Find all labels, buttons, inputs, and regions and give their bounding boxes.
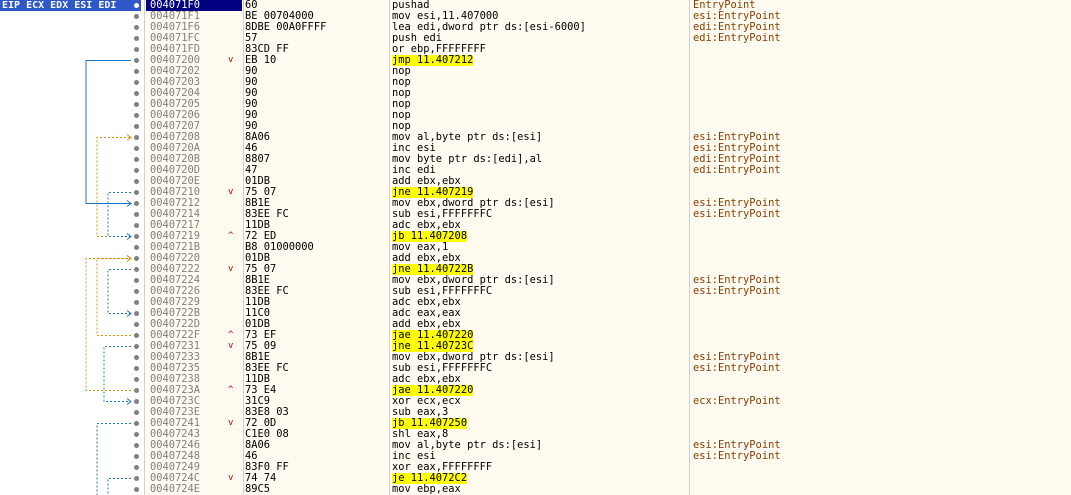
breakpoint-dot[interactable]	[134, 366, 139, 371]
breakpoint-dot[interactable]	[134, 91, 139, 96]
comment-cell: esi:EntryPoint	[693, 450, 781, 462]
comment-cell: ecx:EntryPoint	[693, 395, 781, 407]
breakpoint-dot[interactable]	[134, 201, 139, 206]
breakpoint-dot[interactable]	[134, 190, 139, 195]
breakpoint-dot[interactable]	[134, 355, 139, 360]
breakpoint-dot[interactable]	[134, 36, 139, 41]
breakpoint-dot[interactable]	[134, 267, 139, 272]
breakpoint-dot[interactable]	[134, 245, 139, 250]
breakpoint-dot[interactable]	[134, 333, 139, 338]
comment-cell: esi:EntryPoint	[693, 208, 781, 220]
breakpoint-dot[interactable]	[134, 322, 139, 327]
breakpoint-dot[interactable]	[134, 344, 139, 349]
breakpoint-dot[interactable]	[134, 179, 139, 184]
breakpoint-dot[interactable]	[134, 465, 139, 470]
breakpoint-dot[interactable]	[134, 80, 139, 85]
breakpoint-dot[interactable]	[134, 289, 139, 294]
address-cell: 0040724E	[150, 483, 201, 495]
disassembly-cell: mov ebp,eax	[392, 483, 461, 495]
breakpoint-dot[interactable]	[134, 443, 139, 448]
comment-cell: esi:EntryPoint	[693, 285, 781, 297]
breakpoint-dot[interactable]	[134, 25, 139, 30]
breakpoint-dot[interactable]	[134, 300, 139, 305]
jump-up-icon: ^	[228, 385, 234, 395]
comment-cell: edi:EntryPoint	[693, 164, 781, 176]
jump-down-icon: v	[228, 55, 234, 65]
breakpoint-dot[interactable]	[134, 410, 139, 415]
bytes-cell: 89C5	[245, 483, 271, 495]
breakpoint-dot[interactable]	[134, 47, 139, 52]
breakpoint-dot[interactable]	[134, 135, 139, 140]
comment-cell: edi:EntryPoint	[693, 32, 781, 44]
breakpoint-dot[interactable]	[134, 3, 139, 8]
breakpoint-dot[interactable]	[134, 256, 139, 261]
instruction-row[interactable]: 0040724E 89C5 mov ebp,eax	[0, 484, 1071, 495]
jump-down-icon: v	[228, 187, 234, 197]
breakpoint-dot[interactable]	[134, 454, 139, 459]
breakpoint-dot[interactable]	[134, 124, 139, 129]
breakpoint-dot[interactable]	[134, 377, 139, 382]
breakpoint-dot[interactable]	[134, 146, 139, 151]
breakpoint-dot[interactable]	[134, 421, 139, 426]
breakpoint-dot[interactable]	[134, 388, 139, 393]
breakpoint-dot[interactable]	[134, 212, 139, 217]
breakpoint-dot[interactable]	[134, 168, 139, 173]
breakpoint-dot[interactable]	[134, 102, 139, 107]
breakpoint-dot[interactable]	[134, 14, 139, 19]
disassembly-view[interactable]: EIP ECX EDX ESI EDI 004071F0 60 pushad Entr…	[0, 0, 1071, 495]
jump-down-icon: v	[228, 418, 234, 428]
jump-up-icon: ^	[228, 330, 234, 340]
breakpoint-dot[interactable]	[134, 476, 139, 481]
comment-cell: esi:EntryPoint	[693, 362, 781, 374]
breakpoint-dot[interactable]	[134, 311, 139, 316]
breakpoint-dot[interactable]	[134, 234, 139, 239]
breakpoint-dot[interactable]	[134, 432, 139, 437]
breakpoint-dot[interactable]	[134, 223, 139, 228]
jump-down-icon: v	[228, 473, 234, 483]
jump-up-icon: ^	[228, 231, 234, 241]
breakpoint-dot[interactable]	[134, 58, 139, 63]
breakpoint-dot[interactable]	[134, 399, 139, 404]
jump-down-icon: v	[228, 264, 234, 274]
breakpoint-dot[interactable]	[134, 69, 139, 74]
breakpoint-dot[interactable]	[134, 113, 139, 118]
jump-down-icon: v	[228, 341, 234, 351]
breakpoint-dot[interactable]	[134, 157, 139, 162]
breakpoint-dot[interactable]	[134, 278, 139, 283]
breakpoint-dot[interactable]	[134, 487, 139, 492]
